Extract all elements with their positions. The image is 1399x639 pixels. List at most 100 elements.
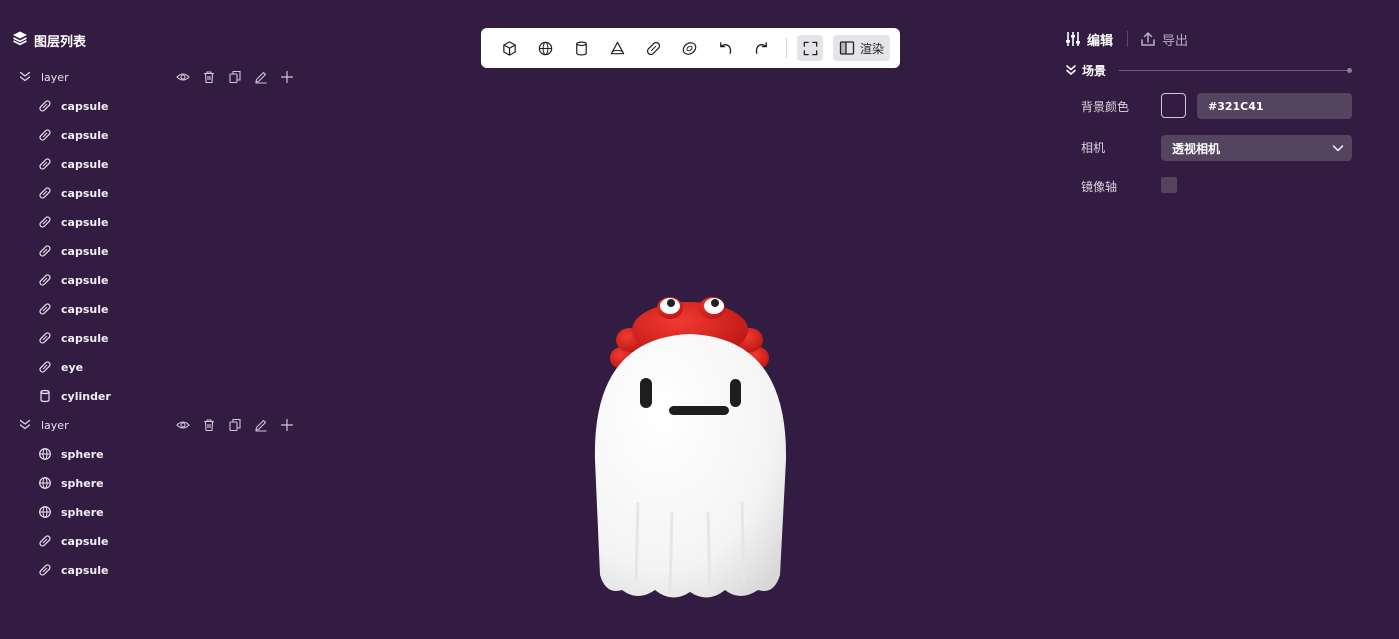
bg-color-input[interactable] [1197, 93, 1352, 119]
fullscreen-button[interactable] [797, 35, 823, 61]
layer-actions [176, 69, 294, 85]
bg-color-swatch[interactable] [1161, 93, 1186, 118]
add-cube-button[interactable] [496, 35, 522, 61]
panel-tabs: 编辑 导出 [1065, 28, 1188, 50]
visibility-button[interactable] [176, 70, 190, 84]
layer-item-label: capsule [61, 157, 109, 171]
layer-item-label: capsule [61, 99, 109, 113]
rename-button[interactable] [254, 418, 268, 432]
cube-icon [502, 40, 516, 56]
plus-icon [280, 418, 294, 432]
collapse-chevron-icon[interactable] [18, 70, 32, 84]
add-capsule-button[interactable] [640, 35, 666, 61]
layer-item[interactable]: capsule [38, 96, 278, 116]
layer-item-label: capsule [61, 331, 109, 345]
duplicate-button[interactable] [228, 418, 242, 432]
sphere-icon [538, 41, 552, 55]
visibility-button[interactable] [176, 418, 190, 432]
undo-button[interactable] [712, 35, 738, 61]
scene-section-title: 场景 [1082, 63, 1107, 78]
layer-item[interactable]: capsule [38, 531, 278, 551]
layer-item[interactable]: capsule [38, 212, 278, 232]
layer-item[interactable]: capsule [38, 270, 278, 290]
tab-edit[interactable]: 编辑 [1065, 30, 1113, 49]
layer-item[interactable]: eye [38, 357, 278, 377]
layer-item-label: capsule [61, 563, 109, 577]
tab-divider [1127, 31, 1129, 47]
layer-item-label: sphere [61, 505, 104, 519]
render-button[interactable]: 渲染 [833, 35, 891, 61]
layer-item[interactable]: capsule [38, 154, 278, 174]
layer-item-label: capsule [61, 128, 109, 142]
layer-item[interactable]: sphere [38, 473, 278, 493]
capsule-icon [38, 215, 52, 229]
redo-button[interactable] [748, 35, 774, 61]
mirror-axis-label: 镜像轴 [1081, 180, 1118, 194]
layers-panel-title: 图层列表 [34, 34, 87, 50]
rename-button[interactable] [254, 70, 268, 84]
toolbar: 渲染 [481, 28, 900, 68]
sphere-icon [38, 505, 52, 519]
trash-icon [204, 71, 214, 84]
add-cylinder-button[interactable] [568, 35, 594, 61]
delete-button[interactable] [202, 418, 216, 432]
layer-item[interactable]: sphere [38, 444, 278, 464]
layer-item-label: capsule [61, 534, 109, 548]
layer-item[interactable]: capsule [38, 328, 278, 348]
section-divider [1119, 67, 1352, 73]
sphere-icon [38, 476, 52, 490]
capsule-icon [38, 302, 52, 316]
layer-item[interactable]: capsule [38, 241, 278, 261]
duplicate-button[interactable] [228, 70, 242, 84]
cylinder-icon [38, 389, 52, 403]
layer-item-label: sphere [61, 447, 104, 461]
add-cone-button[interactable] [604, 35, 630, 61]
chevron-down-icon [1332, 145, 1344, 152]
chevron-double-down-icon [1066, 65, 1076, 75]
capsule-icon [646, 41, 660, 55]
delete-button[interactable] [202, 70, 216, 84]
layer-item[interactable]: capsule [38, 183, 278, 203]
capsule-icon [38, 563, 52, 577]
layer-item[interactable]: capsule [38, 560, 278, 580]
layer-item-label: capsule [61, 273, 109, 287]
layer-row[interactable]: layer [18, 415, 298, 435]
add-item-button[interactable] [280, 70, 294, 84]
3d-viewport[interactable] [320, 80, 1060, 639]
add-item-button[interactable] [280, 418, 294, 432]
capsule-icon [38, 534, 52, 548]
layer-item-label: capsule [61, 244, 109, 258]
redo-icon [755, 41, 767, 54]
edit-icon [255, 419, 267, 432]
layer-item[interactable]: capsule [38, 125, 278, 145]
mirror-axis-checkbox[interactable] [1161, 177, 1177, 193]
split-view-icon [839, 41, 855, 55]
layer-actions [176, 417, 294, 433]
layer-item-label: capsule [61, 302, 109, 316]
layer-item-label: capsule [61, 215, 109, 229]
scene-section-header[interactable]: 场景 [1065, 60, 1352, 80]
camera-select[interactable]: 透视相机 [1161, 135, 1352, 161]
eye-icon [176, 421, 190, 429]
tab-export-label: 导出 [1162, 33, 1189, 49]
layer-item-label: capsule [61, 186, 109, 200]
add-sphere-button[interactable] [532, 35, 558, 61]
collapse-chevron-icon[interactable] [18, 418, 32, 432]
fullscreen-icon [803, 41, 817, 55]
capsule-icon [38, 273, 52, 287]
cone-icon [610, 41, 624, 54]
capsule-icon [38, 99, 52, 113]
capsule-icon [38, 157, 52, 171]
layer-item[interactable]: cylinder [38, 386, 278, 406]
layers-panel-header: 图层列表 [12, 30, 86, 50]
tab-export[interactable]: 导出 [1140, 30, 1188, 49]
sphere-icon [38, 447, 52, 461]
capsule-icon [38, 360, 52, 374]
layer-row[interactable]: layer [18, 67, 298, 87]
layer-name: layer [41, 70, 69, 84]
add-torus-button[interactable] [676, 35, 702, 61]
layer-item[interactable]: sphere [38, 502, 278, 522]
layer-item[interactable]: capsule [38, 299, 278, 319]
copy-icon [229, 418, 241, 432]
sliders-icon [1066, 32, 1080, 46]
